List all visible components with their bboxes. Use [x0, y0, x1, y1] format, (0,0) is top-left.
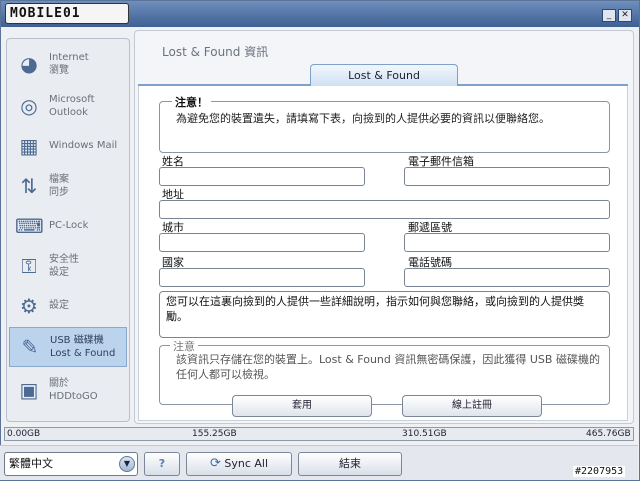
help-icon: ?: [158, 457, 166, 470]
language-select[interactable]: 繁體中文 ▼: [4, 452, 138, 476]
notice-box: [159, 101, 610, 153]
about-icon: ▣: [19, 378, 39, 402]
capacity-label-min: 0.00GB: [7, 429, 41, 439]
capacity-bar: [4, 427, 634, 441]
exit-button[interactable]: 結束: [298, 452, 402, 476]
sidebar-item-label: 設定: [49, 300, 69, 311]
name-field[interactable]: [159, 167, 365, 186]
sidebar-item-windows-mail[interactable]: ▦ Windows Mail: [9, 127, 127, 165]
help-button[interactable]: ?: [144, 452, 180, 476]
sidebar-item-security[interactable]: ⚿ 安全性 設定: [9, 247, 127, 285]
sync-icon: ⟳: [209, 456, 221, 471]
capacity-label-third: 155.25GB: [192, 429, 237, 439]
sidebar-item-file-sync[interactable]: ⇅ 檔案 同步: [9, 167, 127, 205]
address-field[interactable]: [159, 200, 610, 219]
chevron-down-icon[interactable]: ▼: [119, 456, 135, 472]
sidebar-item-settings[interactable]: ⚙ 設定: [9, 287, 127, 325]
country-field[interactable]: [159, 268, 365, 287]
sidebar-item-internet[interactable]: ◕ Internet 瀏覽: [9, 45, 127, 83]
minimize-button[interactable]: _: [602, 9, 616, 22]
outlook-icon: ◎: [20, 94, 38, 118]
gear-icon: ⚙: [20, 294, 38, 318]
sidebar-item-label: PC-Lock: [49, 220, 89, 231]
close-button[interactable]: ✕: [618, 9, 632, 22]
app-logo: MOBILE01: [5, 3, 129, 24]
title-bar[interactable]: MOBILE01 _ ✕: [1, 1, 639, 27]
pc-lock-icon: ⌨: [15, 214, 44, 238]
sidebar-item-label: Internet 瀏覽: [49, 52, 89, 76]
sidebar-item-label: Windows Mail: [49, 140, 118, 151]
register-online-button[interactable]: 線上註冊: [402, 395, 542, 417]
sidebar-item-label: USB 磁碟機 Lost & Found: [50, 335, 116, 359]
sidebar-item-label: 檔案 同步: [49, 174, 69, 198]
sidebar: ◕ Internet 瀏覽 ◎ Microsoft Outlook ▦ Wind…: [6, 38, 130, 422]
phone-field[interactable]: [404, 268, 610, 287]
city-field[interactable]: [159, 233, 365, 252]
capacity-label-two-thirds: 310.51GB: [402, 429, 447, 439]
email-field[interactable]: [404, 167, 610, 186]
info-textarea[interactable]: 您可以在這裏向撿到的人提供一些詳細說明，指示如何與您聯絡，或向撿到的人提供獎勵。: [159, 291, 610, 338]
notice-text: 為避免您的裝置遺失，請填寫下表，向撿到的人提供必要的資訊以便聯絡您。: [176, 112, 550, 125]
sync-all-button[interactable]: ⟳ Sync All: [186, 452, 292, 476]
sidebar-item-outlook[interactable]: ◎ Microsoft Outlook: [9, 87, 127, 125]
zip-field[interactable]: [404, 233, 610, 252]
page-title: Lost & Found 資訊: [162, 45, 269, 59]
lock-icon: ⚿: [21, 254, 37, 278]
capacity-label-max: 465.76GB: [586, 429, 631, 439]
sidebar-item-pc-lock[interactable]: ⌨ PC-Lock: [9, 207, 127, 245]
language-value: 繁體中文: [9, 457, 53, 470]
sidebar-item-lost-found[interactable]: ✎ USB 磁碟機 Lost & Found: [9, 327, 127, 367]
watermark: #2207953: [573, 466, 626, 477]
usb-drive-icon: ✎: [21, 335, 39, 359]
file-sync-icon: ⇅: [20, 174, 38, 198]
globe-icon: ◕: [20, 52, 38, 76]
mail-icon: ▦: [19, 134, 39, 158]
sync-all-label: Sync All: [224, 457, 269, 470]
tab-lost-found[interactable]: Lost & Found: [310, 64, 458, 86]
sidebar-item-label: Microsoft Outlook: [49, 94, 95, 118]
notice-title: 注意！: [172, 94, 211, 110]
note-text: 該資訊只存儲在您的裝置上。Lost & Found 資訊無密碼保護，因此獲得 U…: [176, 353, 600, 381]
sidebar-item-about[interactable]: ▣ 關於 HDDtoGO: [9, 371, 127, 409]
apply-button[interactable]: 套用: [232, 395, 372, 417]
sidebar-item-label: 關於 HDDtoGO: [49, 378, 98, 402]
sidebar-item-label: 安全性 設定: [49, 254, 79, 278]
